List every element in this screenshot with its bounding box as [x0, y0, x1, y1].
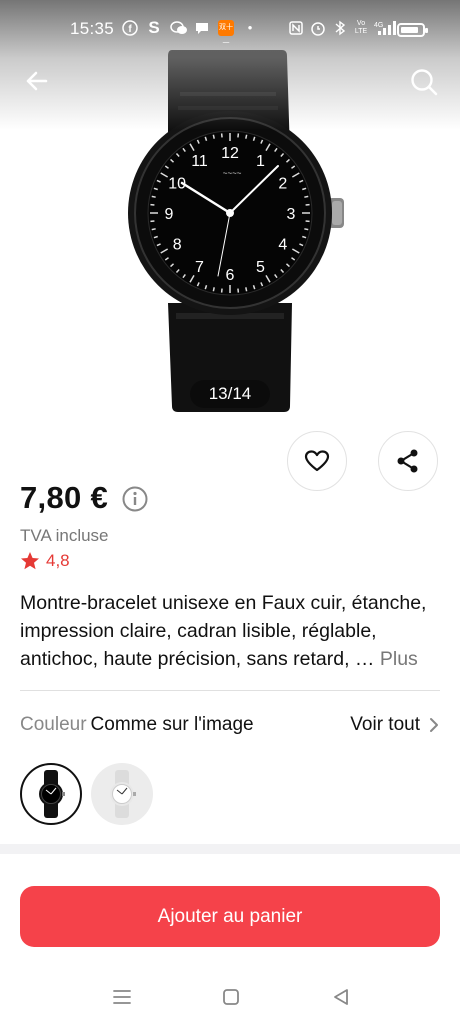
bluetooth-icon: [332, 20, 348, 36]
image-counter: 13/14: [190, 380, 270, 408]
dial-number: 12: [221, 145, 239, 162]
system-nav-bar: [0, 970, 460, 1024]
color-selector: Couleur Comme sur l'image Voir tout: [20, 714, 440, 740]
more-link[interactable]: Plus: [380, 648, 418, 670]
see-all-link[interactable]: Voir tout: [350, 714, 440, 736]
dial-tick: [151, 228, 156, 231]
battery-level: [401, 27, 418, 33]
product-title-text: Montre-bracelet unisexe en Faux cuir, ét…: [20, 592, 427, 670]
color-swatch-black[interactable]: [20, 763, 82, 825]
dial-tick: [151, 195, 156, 198]
alarm-icon: [310, 20, 326, 36]
triangle-back-icon: [334, 989, 348, 1005]
white-watch-thumbnail: [110, 770, 136, 818]
s-app-icon: S: [148, 18, 160, 37]
status-bar: 15:35 f S 双十一 • Vo LTE 4G: [0, 14, 460, 47]
rating-value: 4,8: [46, 551, 70, 570]
star-icon: [21, 552, 39, 570]
battery-icon: [397, 23, 428, 37]
color-swatch-white[interactable]: [91, 763, 153, 825]
dial-number: 3: [287, 206, 296, 223]
wishlist-button[interactable]: [287, 431, 347, 491]
dial-number: 1: [256, 153, 265, 170]
black-watch-thumbnail: [39, 770, 65, 818]
dial-tick: [212, 287, 215, 292]
color-label: Couleur: [20, 714, 87, 735]
dial-number: 8: [173, 237, 182, 254]
arrow-left-icon: [26, 71, 48, 91]
dial-number: 4: [278, 237, 287, 254]
tax-note: TVA incluse: [20, 526, 109, 545]
network-label: 4G: [374, 22, 383, 29]
product-title[interactable]: Montre-bracelet unisexe en Faux cuir, ét…: [20, 589, 445, 673]
search-icon: [411, 69, 438, 96]
share-button[interactable]: [378, 431, 438, 491]
product-gallery[interactable]: 12 1 2 3 4 5 6 7 8 9 10 11 ~~~~ 13/14: [0, 0, 460, 420]
dial-number: 9: [165, 206, 174, 223]
dial-tick: [212, 134, 215, 139]
system-icons: Vo LTE 4G: [288, 20, 400, 36]
share-icon: [397, 449, 418, 473]
rating[interactable]: 4,8: [20, 551, 70, 571]
svg-text:~~~~: ~~~~: [223, 169, 242, 178]
dial-tick: [245, 287, 248, 292]
dot-icon: •: [247, 20, 253, 35]
dial-tick: [304, 195, 309, 198]
menu-nav-button[interactable]: [111, 986, 133, 1008]
status-time: 15:35: [70, 19, 115, 38]
message-icon: [194, 20, 210, 36]
heart-icon: [304, 450, 330, 472]
add-to-cart-button[interactable]: Ajouter au panier: [20, 886, 440, 947]
color-value: Comme sur l'image: [90, 714, 254, 735]
see-all-label: Voir tout: [350, 714, 420, 735]
facebook-icon: f: [122, 20, 138, 36]
aliexpress-icon: 双十一: [218, 20, 234, 47]
dial-number: 2: [278, 176, 287, 193]
dial-number: 7: [195, 259, 204, 276]
notification-icons: f S 双十一 •: [122, 18, 258, 47]
volte-icon: Vo LTE: [354, 20, 368, 35]
chevron-right-icon: [430, 718, 438, 732]
square-icon: [223, 989, 239, 1005]
dial-number: 5: [256, 259, 265, 276]
hamburger-icon: [113, 990, 131, 1004]
dial-number: 11: [191, 153, 208, 170]
home-nav-button[interactable]: [220, 986, 242, 1008]
svg-text:f: f: [128, 24, 132, 35]
back-button[interactable]: [20, 64, 54, 98]
dial-tick: [245, 134, 248, 139]
wechat-icon: [170, 20, 187, 36]
price: 7,80 €: [20, 480, 108, 515]
back-nav-button[interactable]: [330, 986, 352, 1008]
divider: [20, 690, 440, 691]
search-button[interactable]: [406, 64, 442, 100]
dial-tick: [304, 228, 309, 231]
nfc-icon: [288, 20, 304, 36]
section-separator: [0, 844, 460, 854]
dial-number: 6: [226, 267, 235, 284]
info-icon[interactable]: [122, 486, 148, 512]
